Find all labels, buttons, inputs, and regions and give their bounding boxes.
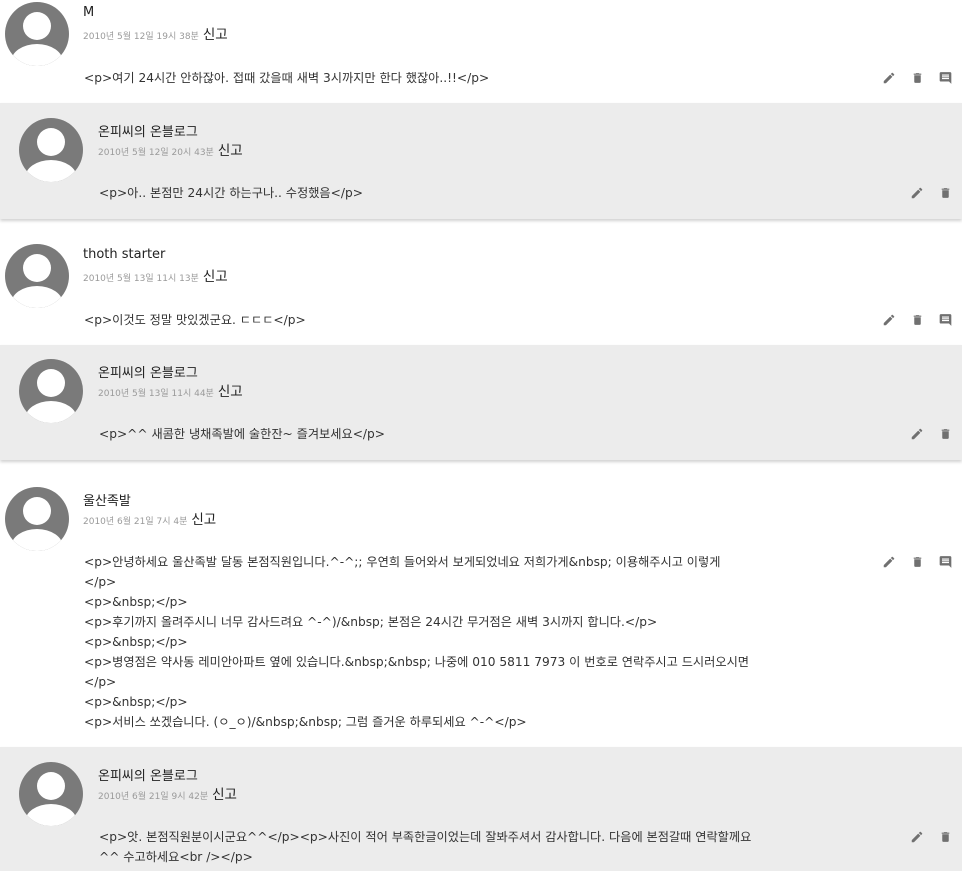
reply-meta: 2010년 6월 21일 9시 42분 신고 <box>98 783 237 803</box>
comment-author: thoth starter <box>83 247 166 262</box>
avatar <box>19 359 83 423</box>
avatar <box>19 118 83 182</box>
reply-item: 온피씨의 온블로그 2010년 5월 12일 20시 43분 신고 <p>아.. … <box>0 103 962 219</box>
delete-icon[interactable] <box>931 827 959 847</box>
report-link[interactable]: 신고 <box>191 512 216 528</box>
reply-actions <box>903 183 959 203</box>
comment-meta: 2010년 5월 12일 19시 38분 신고 <box>83 23 228 43</box>
comment-meta: 2010년 6월 21일 7시 4분 신고 <box>83 508 216 528</box>
comment-actions <box>875 552 959 572</box>
report-link[interactable]: 신고 <box>203 269 228 285</box>
reply-author: 온피씨의 온블로그 <box>98 366 198 381</box>
delete-icon[interactable] <box>931 183 959 203</box>
comment-author: 울산족발 <box>83 494 131 509</box>
report-link[interactable]: 신고 <box>212 787 237 803</box>
reply-item: 온피씨의 온블로그 2010년 6월 21일 9시 42분 신고 <p>앗. 본점… <box>0 747 962 871</box>
comment-text: <p>안녕하세요 울산족발 달동 본점직원입니다.^-^;; 우연희 들어와서 … <box>84 555 749 729</box>
comment-actions <box>875 310 959 330</box>
comment-actions <box>875 68 959 88</box>
reply-meta: 2010년 5월 12일 20시 43분 신고 <box>98 139 243 159</box>
reply-icon[interactable] <box>931 310 959 330</box>
avatar <box>5 487 69 551</box>
comment-item: M 2010년 5월 12일 19시 38분 신고 <p>여기 24시간 안하잖아… <box>0 0 962 103</box>
comment-item: 울산족발 2010년 6월 21일 7시 4분 신고 <p>안녕하세요 울산족발 … <box>0 472 962 747</box>
thread-divider <box>0 219 962 231</box>
reply-text: <p>^^ 새콤한 냉채족발에 술한잔~ 즐겨보세요</p> <box>99 427 385 441</box>
edit-icon[interactable] <box>875 310 903 330</box>
reply-text: <p>아.. 본점만 24시간 하는구나.. 수정했음</p> <box>99 186 363 200</box>
comment-date: 2010년 6월 21일 7시 4분 <box>83 517 188 527</box>
report-link[interactable]: 신고 <box>203 27 228 43</box>
reply-text: <p>앗. 본점직원분이시군요^^</p><p>사진이 적어 부족한글이었는데 … <box>99 830 752 864</box>
delete-icon[interactable] <box>931 424 959 444</box>
thread-divider <box>0 460 962 472</box>
reply-item: 온피씨의 온블로그 2010년 5월 13일 11시 44분 신고 <p>^^ 새… <box>0 345 962 460</box>
reply-author: 온피씨의 온블로그 <box>98 769 198 784</box>
edit-icon[interactable] <box>875 552 903 572</box>
edit-icon[interactable] <box>903 424 931 444</box>
delete-icon[interactable] <box>903 68 931 88</box>
avatar <box>5 2 69 66</box>
comment-meta: 2010년 5월 13일 11시 13분 신고 <box>83 265 228 285</box>
delete-icon[interactable] <box>903 310 931 330</box>
reply-actions <box>903 827 959 847</box>
reply-icon[interactable] <box>931 68 959 88</box>
edit-icon[interactable] <box>903 827 931 847</box>
edit-icon[interactable] <box>875 68 903 88</box>
reply-meta: 2010년 5월 13일 11시 44분 신고 <box>98 380 243 400</box>
reply-author: 온피씨의 온블로그 <box>98 125 198 140</box>
avatar <box>19 762 83 826</box>
comment-text: <p>이것도 정말 맛있겠군요. ㄷㄷㄷ</p> <box>84 313 306 327</box>
report-link[interactable]: 신고 <box>218 143 243 159</box>
reply-actions <box>903 424 959 444</box>
reply-icon[interactable] <box>931 552 959 572</box>
comment-date: 2010년 5월 12일 19시 38분 <box>83 32 199 42</box>
reply-date: 2010년 5월 12일 20시 43분 <box>98 148 214 158</box>
comment-date: 2010년 5월 13일 11시 13분 <box>83 274 199 284</box>
comment-item: thoth starter 2010년 5월 13일 11시 13분 신고 <p>… <box>0 231 962 345</box>
avatar <box>5 244 69 308</box>
comment-author: M <box>83 5 95 20</box>
report-link[interactable]: 신고 <box>218 384 243 400</box>
edit-icon[interactable] <box>903 183 931 203</box>
delete-icon[interactable] <box>903 552 931 572</box>
reply-date: 2010년 5월 13일 11시 44분 <box>98 389 214 399</box>
reply-date: 2010년 6월 21일 9시 42분 <box>98 792 209 802</box>
comment-thread: M 2010년 5월 12일 19시 38분 신고 <p>여기 24시간 안하잖아… <box>0 0 962 871</box>
comment-text: <p>여기 24시간 안하잖아. 접때 갔을때 새벽 3시까지만 한다 했잖아.… <box>84 71 490 85</box>
